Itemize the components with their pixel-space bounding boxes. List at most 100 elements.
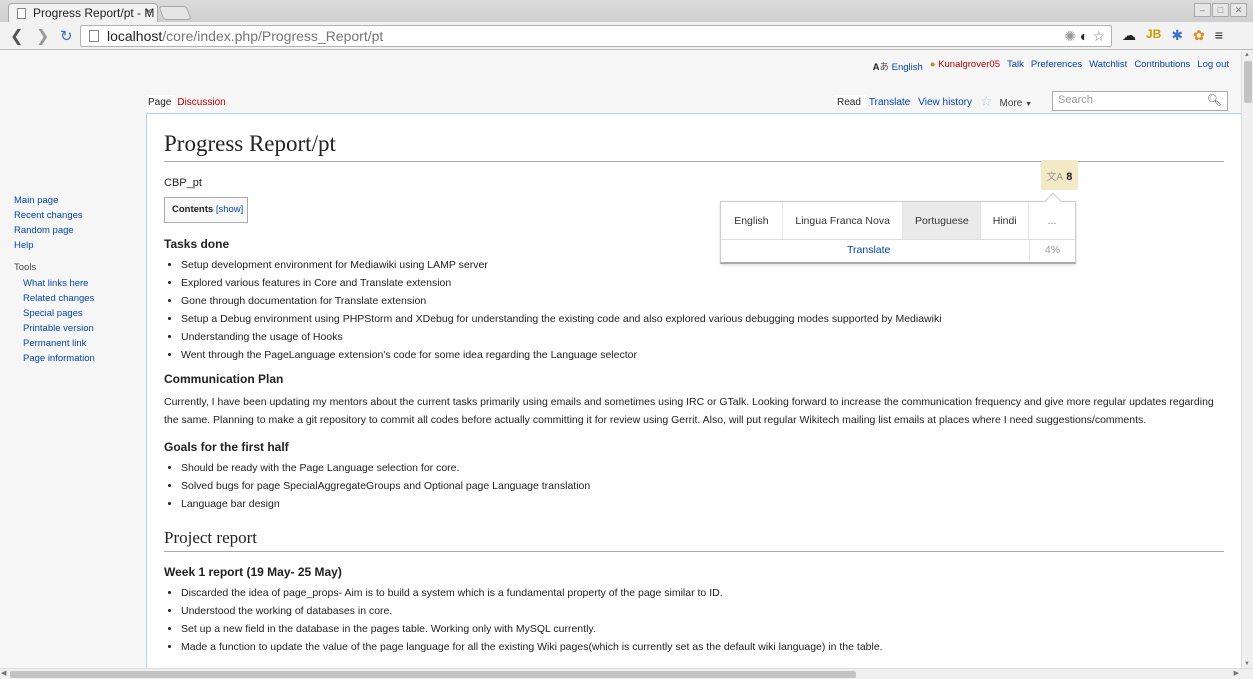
user-icon: ● xyxy=(929,59,936,70)
sidebar-item-random-page[interactable]: Random page xyxy=(14,223,140,238)
url-path: /core/index.php/Progress_Report/pt xyxy=(162,28,384,44)
talk-link[interactable]: Talk xyxy=(1007,59,1024,73)
vertical-scrollbar[interactable]: ▲ ▼ xyxy=(1241,51,1253,668)
language-english[interactable]: English xyxy=(721,202,783,239)
language-count: 8 xyxy=(1066,171,1073,183)
contributions-link[interactable]: Contributions xyxy=(1134,59,1190,73)
language-hindi[interactable]: Hindi xyxy=(981,202,1030,239)
url-host: localhost xyxy=(107,28,163,44)
horizontal-scrollbar[interactable]: ◀ ▶ xyxy=(0,668,1253,679)
toc-toggle-link[interactable]: [show] xyxy=(216,204,243,215)
bug-icon[interactable]: ✱ xyxy=(1171,27,1183,44)
page-icon xyxy=(17,8,26,19)
list-item: Made a function to update the value of t… xyxy=(181,638,1241,656)
tasks-done-list: Setup development environment for Mediaw… xyxy=(164,256,1241,364)
search-placeholder: Search xyxy=(1058,94,1093,106)
language-row: English Lingua Franca Nova Portuguese Hi… xyxy=(721,202,1075,240)
horizontal-scroll-thumb[interactable] xyxy=(10,671,856,678)
maximize-button[interactable]: □ xyxy=(1212,3,1229,17)
page-title: Progress Report/pt xyxy=(164,131,1224,162)
section-heading-project-report: Project report xyxy=(164,528,1224,552)
more-label: More xyxy=(999,98,1023,109)
minimize-button[interactable]: – xyxy=(1194,3,1211,17)
list-item: Understood the working of databases in c… xyxy=(181,602,1241,620)
user-page[interactable]: ● Kunalgrover05 xyxy=(930,59,1000,73)
table-of-contents: Contents [show] xyxy=(164,197,248,223)
toc-title: Contents xyxy=(172,204,214,215)
page-subtitle: CBP_pt xyxy=(164,177,202,189)
watch-star-icon[interactable]: ☆ xyxy=(980,93,993,110)
scroll-down-icon[interactable]: ▼ xyxy=(1244,661,1250,667)
address-bar-actions: ✺ ◐ ☆ xyxy=(1064,28,1105,45)
palette-icon[interactable]: ✿ xyxy=(1193,27,1205,44)
namespace-tabs: Page Discussion xyxy=(146,95,230,113)
list-item: Discarded the idea of page_props- Aim is… xyxy=(181,584,1241,602)
more-menu[interactable]: More ▼ xyxy=(998,95,1033,109)
preferences-link[interactable]: Preferences xyxy=(1031,59,1082,73)
tab-title: Progress Report/pt - M xyxy=(33,6,155,20)
search-input[interactable]: Search 🔍︎ xyxy=(1052,91,1228,111)
tab-read[interactable]: Read xyxy=(834,95,866,108)
search-icon[interactable]: 🔍︎ xyxy=(1207,93,1222,107)
sidebar-tools-heading: Tools xyxy=(14,262,37,273)
bookmark-star-icon[interactable]: ☆ xyxy=(1092,28,1105,45)
view-tabs: Read Translate View history ☆ More ▼ xyxy=(834,93,1033,113)
menu-icon[interactable]: ≡ xyxy=(1215,27,1223,44)
tab-translate[interactable]: Translate xyxy=(866,95,915,108)
close-window-button[interactable]: ✕ xyxy=(1230,3,1247,17)
tab-discussion[interactable]: Discussion xyxy=(175,95,229,113)
username-link[interactable]: Kunalgrover05 xyxy=(938,59,1000,70)
list-item: Gone through documentation for Translate… xyxy=(181,292,1241,310)
sidebar: Main page Recent changes Random page Hel… xyxy=(0,193,140,366)
list-item: Went through the PageLanguage extension'… xyxy=(181,346,1241,364)
cloud-icon[interactable]: ☁ xyxy=(1122,27,1136,44)
browser-toolbar: ❮ ❯ ↻ localhost/core/index.php/Progress_… xyxy=(0,22,1253,50)
extension-icon[interactable]: ✺ xyxy=(1064,28,1076,45)
sync-icon[interactable]: ◐ xyxy=(1080,28,1088,45)
vertical-scroll-thumb[interactable] xyxy=(1244,61,1252,103)
section-heading-week1: Week 1 report (19 May- 25 May) xyxy=(164,565,342,579)
jetbrains-icon[interactable]: JB xyxy=(1146,27,1161,44)
address-bar[interactable]: localhost/core/index.php/Progress_Report… xyxy=(80,25,1112,47)
back-icon[interactable]: ❮ xyxy=(10,26,23,46)
watchlist-link[interactable]: Watchlist xyxy=(1089,59,1127,73)
sidebar-item-help[interactable]: Help xyxy=(14,238,140,253)
sidebar-item-permanent-link[interactable]: Permanent link xyxy=(23,336,140,351)
logout-link[interactable]: Log out xyxy=(1197,59,1229,73)
new-tab-button[interactable] xyxy=(158,6,192,20)
forward-icon[interactable]: ❯ xyxy=(36,26,49,46)
section-heading-tasks-done: Tasks done xyxy=(164,237,230,251)
sidebar-item-printable-version[interactable]: Printable version xyxy=(23,321,140,336)
language-link[interactable]: English xyxy=(892,62,923,73)
chevron-down-icon: ▼ xyxy=(1025,101,1033,108)
sidebar-item-related-changes[interactable]: Related changes xyxy=(23,291,140,306)
browser-tab-bar: Progress Report/pt - M × – □ ✕ xyxy=(0,0,1253,22)
scroll-left-icon[interactable]: ◀ xyxy=(1,669,6,677)
scroll-up-icon[interactable]: ▲ xyxy=(1244,52,1250,58)
tab-page[interactable]: Page xyxy=(146,95,176,113)
list-item: Set up a new field in the database in th… xyxy=(181,620,1241,638)
tab-close-icon[interactable]: × xyxy=(146,6,152,18)
language-portuguese[interactable]: Portuguese xyxy=(903,202,982,239)
list-item: Should be ready with the Page Language s… xyxy=(181,459,1241,477)
main-content: Progress Report/pt CBP_pt Contents [show… xyxy=(146,113,1241,668)
sidebar-item-page-information[interactable]: Page information xyxy=(23,351,140,366)
sidebar-item-special-pages[interactable]: Special pages xyxy=(23,306,140,321)
language-lingua-franca-nova[interactable]: Lingua Franca Nova xyxy=(783,202,904,239)
scroll-right-icon[interactable]: ▶ xyxy=(1234,669,1239,677)
reload-icon[interactable]: ↻ xyxy=(60,27,73,45)
language-bar-panel: English Lingua Franca Nova Portuguese Hi… xyxy=(720,192,1076,264)
language-count-badge[interactable]: 文A 8 xyxy=(1041,160,1078,190)
tab-view-history[interactable]: View history xyxy=(915,95,977,108)
page-icon xyxy=(89,30,99,42)
sidebar-item-main-page[interactable]: Main page xyxy=(14,193,140,208)
list-item: Setup development environment for Mediaw… xyxy=(181,256,1241,274)
page-viewport: Aあ English ● Kunalgrover05 Talk Preferen… xyxy=(0,51,1241,668)
browser-tab[interactable]: Progress Report/pt - M × xyxy=(8,3,158,22)
window-controls: – □ ✕ xyxy=(1194,3,1247,17)
sidebar-item-what-links-here[interactable]: What links here xyxy=(23,276,140,291)
list-item: Language bar design xyxy=(181,495,1241,513)
sidebar-item-recent-changes[interactable]: Recent changes xyxy=(14,208,140,223)
language-selector[interactable]: Aあ English xyxy=(873,59,923,73)
translate-link[interactable]: Translate xyxy=(847,244,890,256)
